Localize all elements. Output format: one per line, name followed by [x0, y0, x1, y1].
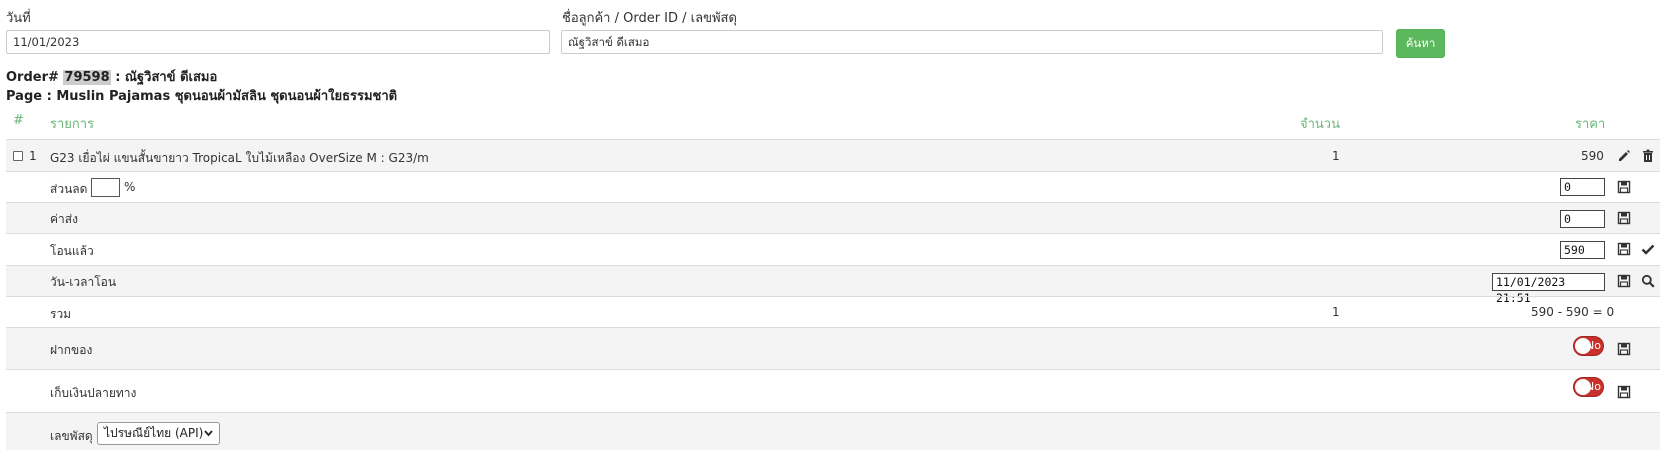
deposit-toggle-label: No [1586, 339, 1601, 352]
save-icon[interactable] [1617, 242, 1631, 256]
deposit-toggle[interactable]: No [1573, 336, 1604, 356]
paid-row: โอนแล้ว 590 [6, 233, 1660, 265]
transfer-time-label: วัน-เวลาโอน [50, 275, 117, 289]
save-icon[interactable] [1617, 211, 1631, 225]
order-prefix: Order# [6, 70, 59, 85]
col-header-price: ราคา [1575, 117, 1606, 132]
order-title: Order# 79598 : ณัฐวิสาข์ ดีเสมอ [6, 66, 217, 87]
cod-label: เก็บเงินปลายทาง [50, 386, 137, 400]
search-button[interactable]: ค้นหา [1396, 29, 1445, 58]
save-icon[interactable] [1617, 385, 1631, 399]
cod-row: เก็บเงินปลายทาง No [6, 369, 1660, 412]
cod-toggle-label: No [1586, 380, 1601, 393]
search-icon[interactable] [1641, 274, 1655, 288]
carrier-select[interactable]: ไปรษณีย์ไทย (API) [97, 422, 220, 445]
total-row: รวม 1 590 - 590 = 0 [6, 296, 1660, 327]
discount-unit: % [124, 180, 136, 194]
item-price: 590 [1581, 149, 1604, 163]
carrier-selected: ไปรษณีย์ไทย (API) [104, 426, 204, 440]
order-id: 79598 [63, 70, 111, 85]
item-name: G23 เยื่อไผ่ แขนสั้นขายาว TropicaL ใบไม้… [50, 151, 429, 165]
paid-input[interactable]: 590 [1560, 241, 1605, 259]
col-header-qty: จำนวน [1300, 117, 1340, 132]
transfer-time-row: วัน-เวลาโอน 11/01/2023 21:51 [6, 265, 1660, 305]
discount-row: ส่วนลด % 0 [6, 171, 1660, 202]
check-icon[interactable] [1641, 242, 1655, 256]
search-input[interactable]: ณัฐวิสาข์ ดีเสมอ [561, 30, 1383, 54]
save-icon[interactable] [1617, 342, 1631, 356]
pencil-icon[interactable] [1617, 149, 1631, 163]
chevron-down-icon [204, 430, 213, 437]
total-qty: 1 [1332, 305, 1340, 319]
total-label: รวม [50, 307, 72, 321]
save-icon[interactable] [1617, 274, 1631, 288]
item-checkbox[interactable] [13, 151, 23, 161]
total-calc: 590 - 590 = 0 [1531, 305, 1615, 319]
discount-label: ส่วนลด [50, 182, 88, 196]
discount-percent-input[interactable] [91, 178, 120, 197]
deposit-label: ฝากของ [50, 343, 93, 357]
query-label: ชื่อลูกค้า / Order ID / เลขพัสดุ [562, 11, 737, 26]
item-index: 1 [29, 149, 37, 163]
col-header-num: # [13, 113, 24, 128]
shipping-row: ค่าส่ง 0 [6, 202, 1660, 233]
table-row: 1 G23 เยื่อไผ่ แขนสั้นขายาว TropicaL ใบไ… [6, 139, 1660, 171]
date-label: วันที่ [6, 11, 31, 26]
save-icon[interactable] [1617, 180, 1631, 194]
deposit-row: ฝากของ No [6, 327, 1660, 369]
item-qty: 1 [1332, 149, 1340, 163]
date-input[interactable]: 11/01/2023 [6, 30, 550, 54]
trash-icon[interactable] [1641, 149, 1655, 163]
order-customer: : ณัฐวิสาข์ ดีเสมอ [115, 70, 218, 85]
col-header-item: รายการ [50, 117, 95, 132]
transfer-time-input[interactable]: 11/01/2023 21:51 [1492, 273, 1605, 305]
tracking-row: เลขพัสดุ [6, 412, 1660, 450]
shipping-input[interactable]: 0 [1560, 210, 1605, 228]
cod-toggle[interactable]: No [1573, 377, 1604, 397]
discount-value-input[interactable]: 0 [1560, 178, 1605, 196]
order-page: Page : Muslin Pajamas ชุดนอนผ้ามัสลิน ชุ… [6, 89, 398, 104]
paid-label: โอนแล้ว [50, 244, 94, 258]
shipping-label: ค่าส่ง [50, 212, 78, 226]
tracking-label: เลขพัสดุ [50, 429, 93, 443]
